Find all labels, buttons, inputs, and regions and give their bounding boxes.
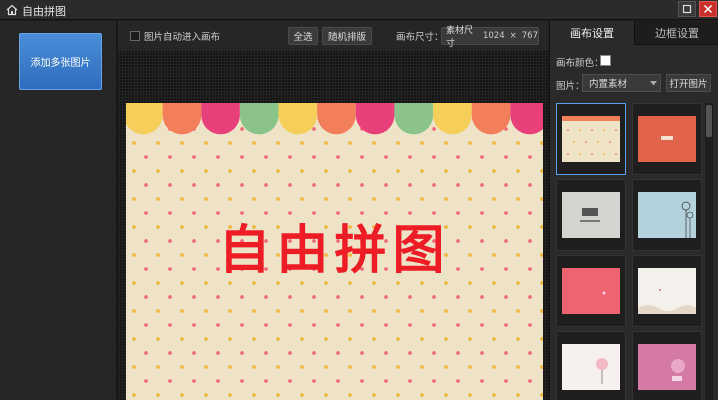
thumbnail-blue-dandelion[interactable]: [632, 179, 702, 251]
thumbnail-image: [638, 268, 696, 314]
thumbnail-white-floral[interactable]: [632, 255, 702, 327]
collage-canvas[interactable]: 自由拼图: [126, 103, 543, 400]
tab-border-settings[interactable]: 边框设置: [634, 21, 718, 45]
random-layout-button[interactable]: 随机排版: [322, 27, 372, 45]
image-source-select[interactable]: 内置素材: [582, 74, 661, 92]
close-button[interactable]: [699, 1, 717, 17]
canvas-workspace[interactable]: 自由拼图: [118, 51, 548, 400]
scallop: [126, 103, 163, 135]
canvas-color-label: 画布颜色：: [556, 58, 604, 69]
image-source-value: 内置素材: [589, 79, 628, 90]
thumbnail-pink-tree[interactable]: [632, 331, 702, 400]
scallop: [433, 103, 472, 135]
auto-enter-checkbox[interactable]: [130, 31, 140, 41]
scallop: [278, 103, 318, 135]
thumbnail-coral-plain[interactable]: [632, 103, 702, 175]
auto-enter-label: 图片自动进入画布: [144, 32, 221, 43]
thumbnail-white-tree[interactable]: [556, 331, 626, 400]
tab-canvas-settings[interactable]: 画布设置: [550, 21, 634, 45]
thumbnail-polka-cream[interactable]: [556, 103, 626, 175]
canvas-color-swatch[interactable]: [600, 55, 611, 66]
add-images-button[interactable]: 添加多张图片: [19, 33, 102, 90]
scallop: [201, 103, 240, 135]
size-height: 767: [521, 31, 538, 41]
scallop: [317, 103, 356, 135]
thumbnail-image: [562, 192, 620, 238]
image-source-label: 图片：: [556, 81, 585, 92]
thumbnail-pink-plain[interactable]: [556, 255, 626, 327]
thumbnail-grid: [556, 103, 702, 400]
thumbnail-image: [638, 192, 696, 238]
canvas-title-text: 自由拼图: [218, 221, 451, 281]
size-times: ×: [509, 31, 517, 41]
canvas-size-select[interactable]: 素材尺寸 1024 × 767: [441, 26, 539, 49]
select-all-button[interactable]: 全选: [288, 27, 318, 45]
title-bar: 自由拼图: [0, 0, 718, 20]
toolbar: 图片自动进入画布 全选 随机排版 画布尺寸： 素材尺寸 1024 × 767: [118, 21, 548, 51]
scallop: [239, 103, 279, 135]
close-icon: [703, 4, 713, 14]
minimize-icon: [682, 4, 692, 14]
thumbnail-scrollbar[interactable]: [705, 103, 713, 400]
thumbnail-grey-cartoon[interactable]: [556, 179, 626, 251]
thumbnail-image: [562, 268, 620, 314]
thumbnail-image: [638, 344, 696, 390]
thumbnail-image: [638, 116, 696, 162]
scallop: [471, 103, 511, 135]
canvas-size-label: 画布尺寸：: [396, 32, 444, 43]
size-preset-label: 素材尺寸: [446, 26, 474, 49]
thumbnail-scrollbar-handle[interactable]: [706, 105, 712, 137]
scallop-border: [126, 103, 543, 135]
right-panel: 画布设置 边框设置 画布颜色： 图片： 内置素材 打开图片: [549, 21, 718, 400]
thumbnail-image: [562, 344, 620, 390]
minimize-button[interactable]: [678, 1, 696, 17]
scallop: [394, 103, 434, 135]
size-width: 1024: [483, 31, 505, 41]
open-image-button[interactable]: 打开图片: [666, 74, 711, 92]
scallop: [162, 103, 202, 135]
home-icon: [6, 4, 18, 16]
left-panel: 添加多张图片: [0, 21, 117, 400]
chevron-down-icon: [650, 81, 657, 86]
thumbnail-image: [562, 116, 620, 162]
scallop: [355, 103, 395, 135]
scallop: [510, 103, 543, 135]
window-title: 自由拼图: [22, 5, 66, 18]
